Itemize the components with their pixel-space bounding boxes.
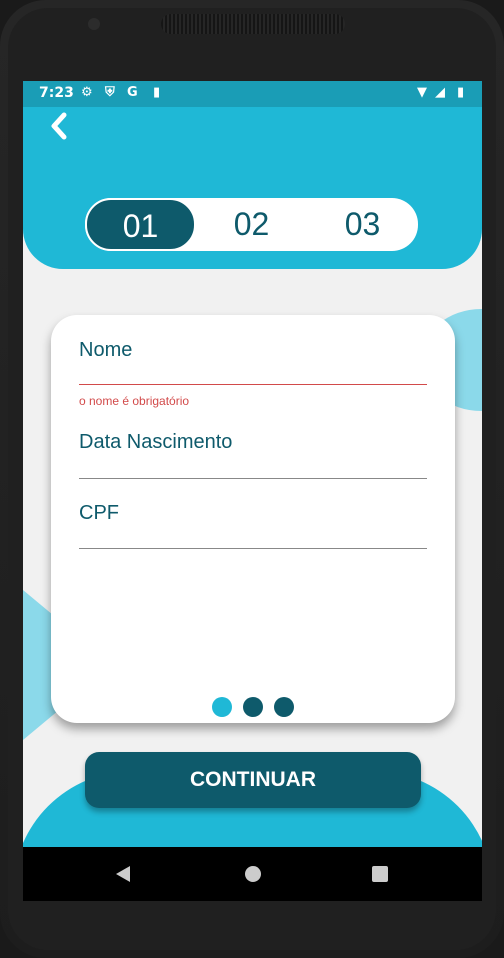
cpf-field[interactable]: CPF [79, 502, 427, 550]
step-3[interactable]: 03 [307, 198, 418, 251]
page-dot-3 [274, 697, 294, 717]
name-field-label: Nome [79, 339, 133, 361]
signal-icon: ◢ [435, 85, 445, 100]
name-field[interactable]: Nome [79, 339, 427, 387]
cpf-field-underline [79, 548, 427, 549]
birthdate-field-label: Data Nascimento [79, 431, 233, 453]
birthdate-field[interactable]: Data Nascimento [79, 431, 427, 479]
birthdate-field-underline [79, 478, 427, 479]
cpf-field-label: CPF [79, 502, 119, 524]
status-bar: 7:23 ⚙ ⛨ G ▮ ▼ ◢ ▮ [23, 81, 482, 107]
google-icon: G [127, 85, 138, 100]
battery-icon: ▮ [457, 85, 465, 100]
phone-frame: 7:23 ⚙ ⛨ G ▮ ▼ ◢ ▮ 01 02 03 Nome o nome [0, 0, 504, 958]
step-indicator: 01 02 03 [85, 198, 418, 251]
step-2[interactable]: 02 [196, 198, 307, 251]
page-dot-2 [243, 697, 263, 717]
android-nav-bar [23, 847, 482, 901]
name-field-underline [79, 384, 427, 385]
step-1[interactable]: 01 [85, 198, 196, 251]
earpiece-speaker [161, 14, 345, 34]
status-time: 7:23 [39, 85, 74, 101]
name-error-message: o nome é obrigatório [79, 394, 190, 408]
page-dot-1 [212, 697, 232, 717]
form-card: Nome o nome é obrigatório Data Nasciment… [51, 315, 455, 723]
nav-recents-icon[interactable] [372, 866, 388, 882]
sd-card-icon: ▮ [153, 85, 161, 100]
nav-back-icon[interactable] [116, 866, 130, 882]
shield-icon: ⛨ [105, 85, 115, 100]
settings-icon: ⚙ [81, 85, 93, 100]
back-arrow-icon[interactable] [47, 111, 71, 141]
app-screen: 7:23 ⚙ ⛨ G ▮ ▼ ◢ ▮ 01 02 03 Nome o nome [23, 81, 482, 901]
wifi-icon: ▼ [417, 85, 427, 100]
continue-button[interactable]: CONTINUAR [85, 752, 421, 808]
nav-home-icon[interactable] [245, 866, 261, 882]
front-camera [88, 18, 100, 30]
